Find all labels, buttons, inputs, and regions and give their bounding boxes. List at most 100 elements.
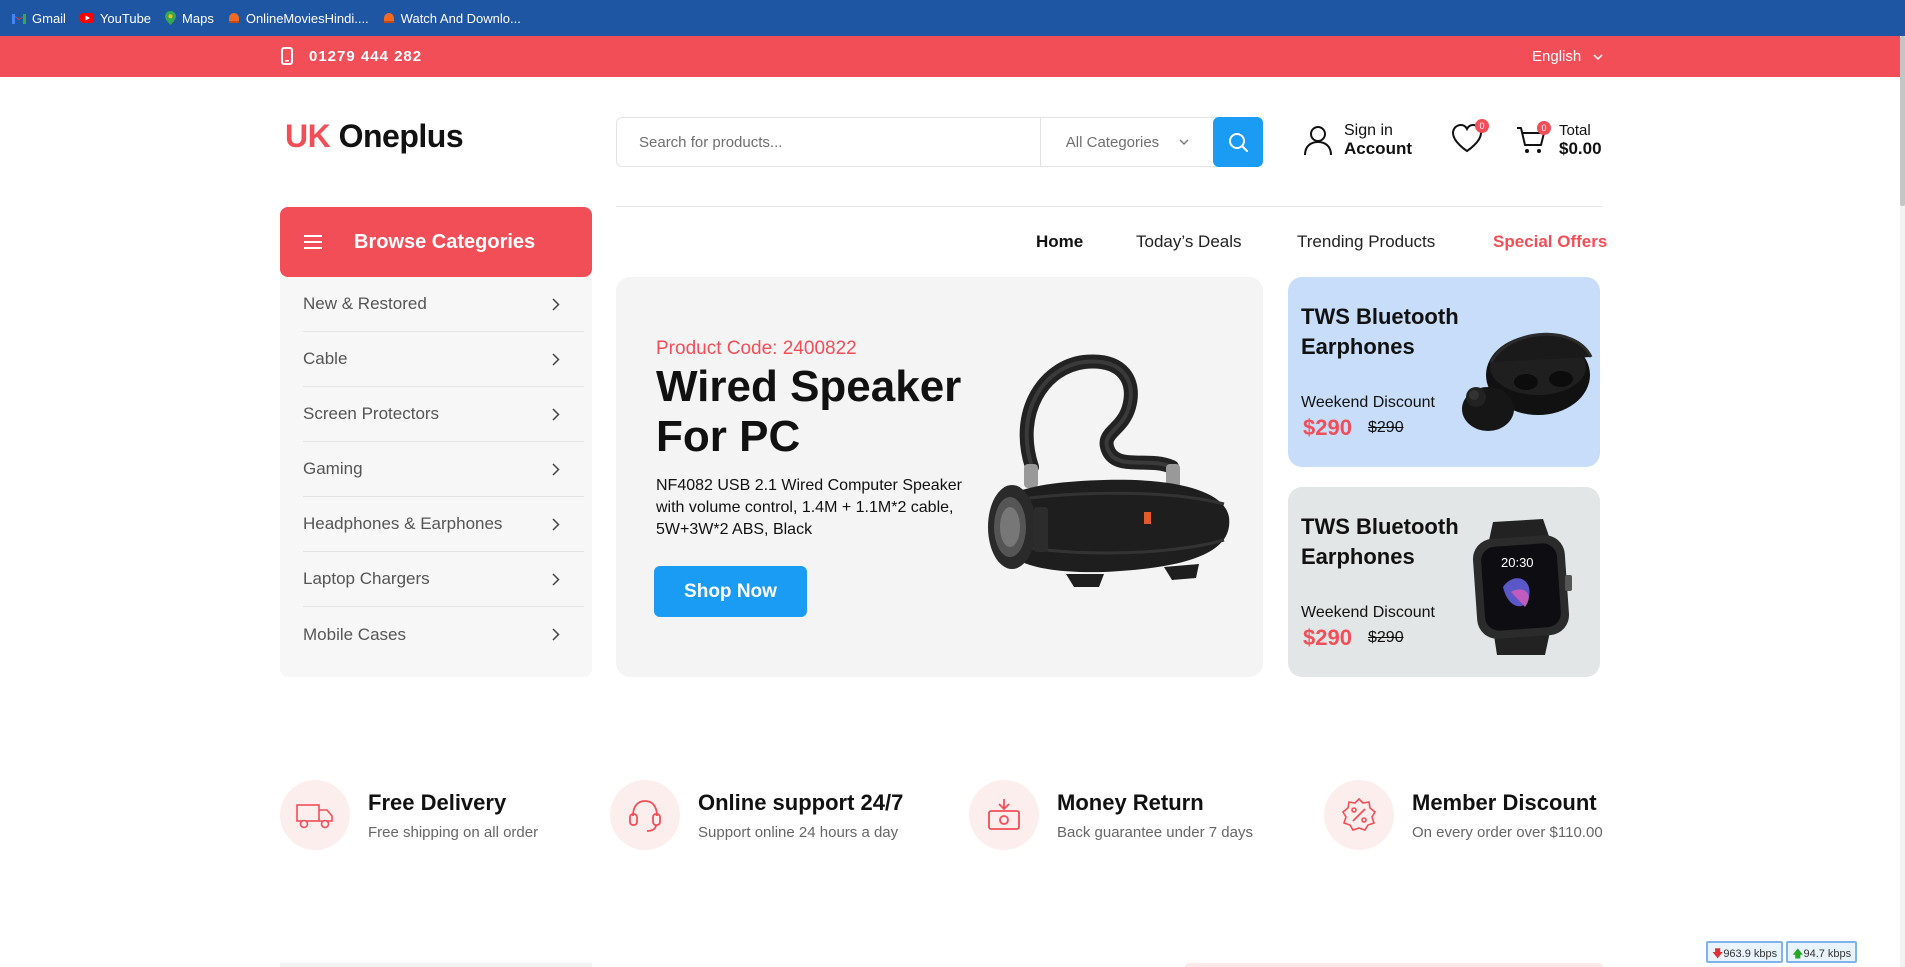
discount-icon (1324, 780, 1394, 850)
top-bar: 01279 444 282 English (0, 36, 1900, 77)
chevron-down-icon (1587, 53, 1603, 60)
earbuds-image (1462, 332, 1593, 431)
scrollbar-thumb[interactable] (1900, 36, 1905, 206)
feature-desc: Back guarantee under 7 days (1057, 823, 1253, 841)
nav-home[interactable]: Home (1036, 232, 1083, 252)
site-logo[interactable]: UK Oneplus (285, 118, 464, 155)
cart-count: 0 (1537, 121, 1551, 135)
download-speed: 🡇963.9 kbps (1706, 941, 1784, 963)
promo-old-price: $290 (1368, 419, 1404, 436)
header-divider (616, 206, 1602, 207)
promo-discount-label: Weekend Discount (1301, 604, 1435, 621)
hero-banner: Product Code: 2400822 Wired Speaker For … (616, 277, 1263, 677)
arrow-up-icon: 🡅 (1792, 948, 1804, 960)
gmail-icon (12, 13, 26, 24)
promo-old-price: $290 (1368, 629, 1404, 646)
upload-speed: 🡅94.7 kbps (1786, 941, 1858, 963)
feature-member-discount: Member Discount On every order over $110… (1324, 780, 1603, 850)
promo-price: $290 (1303, 625, 1352, 650)
bookmark-label: OnlineMoviesHindi.... (245, 10, 369, 26)
chevron-right-icon (552, 407, 572, 421)
category-dropdown-label: All Categories (1065, 133, 1160, 151)
cart-total: $0.00 (1559, 139, 1602, 158)
shop-now-button[interactable]: Shop Now (654, 566, 807, 617)
cart-icon: 0 (1515, 121, 1551, 156)
category-label: Cable (303, 349, 348, 368)
phone-icon (281, 47, 301, 65)
menu-icon (304, 235, 338, 249)
chevron-right-icon (552, 297, 572, 311)
search-button[interactable] (1213, 117, 1263, 167)
chevron-right-icon (552, 352, 572, 366)
bookmark-label: Watch And Downlo... (400, 10, 521, 26)
promo-discount-label: Weekend Discount (1301, 394, 1435, 411)
phone-number: 01279 444 282 (309, 47, 423, 65)
account-link[interactable]: Sign in Account (1302, 122, 1412, 158)
feature-free-delivery: Free Delivery Free shipping on all order (280, 780, 538, 850)
category-item-gaming[interactable]: Gaming (303, 442, 584, 497)
feature-title: Free Delivery (368, 789, 507, 815)
user-icon (1302, 124, 1334, 156)
bookmark-maps[interactable]: Maps (165, 11, 214, 26)
network-monitor: 🡇963.9 kbps 🡅94.7 kbps (1706, 941, 1858, 963)
account-label: Account (1344, 139, 1412, 158)
language-select[interactable]: English (1532, 48, 1603, 65)
nav-special-offers[interactable]: Special Offers (1493, 232, 1607, 252)
hero-description: NF4082 USB 2.1 Wired Computer Speaker wi… (656, 477, 962, 538)
promo-title: TWS Bluetooth Earphones (1301, 304, 1459, 359)
category-label: Headphones & Earphones (303, 514, 503, 533)
bookmark-gmail[interactable]: Gmail (12, 11, 66, 26)
category-item-mobile-cases[interactable]: Mobile Cases (303, 607, 584, 662)
bookmark-label: Maps (182, 10, 214, 26)
wishlist-button[interactable]: 0 (1450, 119, 1489, 159)
nav-trending-products[interactable]: Trending Products (1297, 232, 1435, 252)
feature-desc: Free shipping on all order (368, 823, 539, 841)
feature-title: Money Return (1057, 789, 1204, 815)
phone-contact[interactable]: 01279 444 282 (281, 47, 422, 65)
promo-title: TWS Bluetooth Earphones (1301, 514, 1459, 569)
chevron-right-icon (552, 462, 572, 476)
search-bar: All Categories (616, 117, 1263, 167)
category-item-headphones[interactable]: Headphones & Earphones (303, 497, 584, 552)
site-icon (228, 12, 240, 24)
bookmark-youtube[interactable]: YouTube (79, 10, 152, 26)
nav-todays-deals[interactable]: Today’s Deals (1136, 232, 1242, 252)
bookmark-watch-download[interactable]: Watch And Downlo... (383, 11, 521, 26)
category-item-screen-protectors[interactable]: Screen Protectors (303, 387, 584, 442)
bookmarks-bar: Gmail YouTube Maps OnlineMoviesHindi....… (0, 0, 1905, 36)
section-edge (1185, 963, 1603, 967)
logo-oneplus: Oneplus (338, 118, 464, 154)
cart-button[interactable]: 0 Total $0.00 (1515, 121, 1602, 158)
watch-time: 20:30 (1501, 555, 1534, 570)
arrow-down-icon: 🡇 (1712, 948, 1724, 960)
promo-card-smartwatch[interactable]: TWS Bluetooth Earphones Weekend Discount… (1288, 487, 1600, 677)
download-speed-value: 963.9 kbps (1723, 948, 1778, 960)
bookmark-label: YouTube (99, 10, 152, 26)
cart-total-label: Total (1559, 122, 1591, 139)
promo-card-earphones[interactable]: TWS Bluetooth Earphones Weekend Discount… (1288, 277, 1600, 467)
category-dropdown[interactable]: All Categories (1041, 118, 1214, 166)
browse-categories-label: Browse Categories (354, 230, 536, 253)
site-icon (383, 12, 395, 24)
category-label: Gaming (303, 459, 363, 478)
feature-money-return: Money Return Back guarantee under 7 days (969, 780, 1253, 850)
feature-online-support: Online support 24/7 Support online 24 ho… (610, 780, 903, 850)
account-signin-label: Sign in (1344, 122, 1393, 139)
search-input[interactable] (617, 118, 1041, 166)
money-return-icon (969, 780, 1039, 850)
truck-icon (280, 780, 350, 850)
feature-desc: Support online 24 hours a day (698, 823, 899, 841)
category-item-new-restored[interactable]: New & Restored (303, 277, 584, 332)
bookmark-onlinemovies[interactable]: OnlineMoviesHindi.... (228, 11, 369, 26)
category-label: New & Restored (303, 294, 427, 313)
browse-categories-button[interactable]: Browse Categories (280, 207, 592, 277)
wishlist-count: 0 (1475, 119, 1489, 133)
category-label: Mobile Cases (303, 624, 406, 644)
feature-title: Online support 24/7 (698, 789, 904, 815)
category-item-cable[interactable]: Cable (303, 332, 584, 387)
bookmark-label: Gmail (32, 10, 66, 26)
speaker-image (988, 354, 1230, 587)
section-edge (280, 963, 592, 967)
logo-uk: UK (285, 118, 331, 154)
category-item-laptop-chargers[interactable]: Laptop Chargers (303, 552, 584, 607)
